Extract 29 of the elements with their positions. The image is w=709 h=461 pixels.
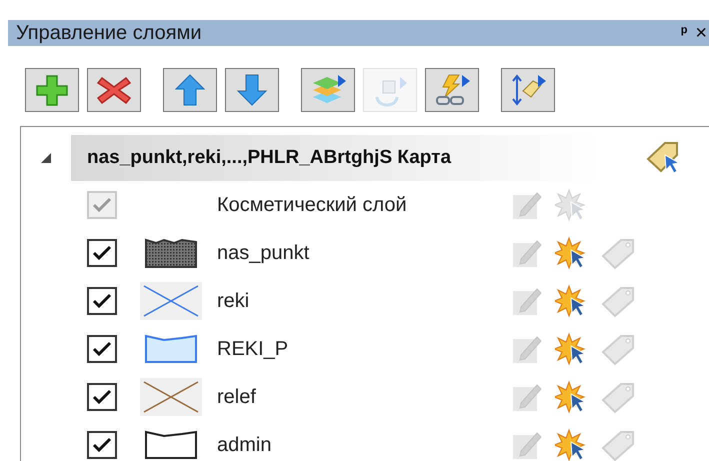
- layer-checkbox[interactable]: [87, 335, 117, 363]
- toolbar-button[interactable]: [425, 68, 479, 112]
- panel-title: Управление слоями: [16, 23, 202, 43]
- toolbar-button[interactable]: [501, 68, 555, 112]
- layer-checkbox[interactable]: [87, 239, 117, 267]
- layer-checkbox[interactable]: [87, 383, 117, 411]
- layer-name[interactable]: REKI_P: [211, 334, 511, 364]
- checkmark-icon: [92, 197, 112, 213]
- layer-checkbox[interactable]: [87, 431, 117, 459]
- map-name: nas_punkt,reki,...,PHLR_ABrtghjS Карта: [87, 146, 452, 170]
- toolbar-button[interactable]: [87, 68, 141, 112]
- layer-name[interactable]: admin: [211, 430, 511, 460]
- checkmark-icon: [92, 341, 112, 357]
- layer-name[interactable]: reki: [211, 286, 511, 316]
- checkmark-icon: [92, 389, 112, 405]
- toolbar-button[interactable]: [163, 68, 217, 112]
- layer-checkbox[interactable]: [87, 287, 117, 315]
- layer-name[interactable]: nas_punkt: [211, 238, 511, 268]
- toolbar-button[interactable]: [225, 68, 279, 112]
- checkmark-icon: [92, 245, 112, 261]
- expanded-triangle-icon: [40, 152, 52, 164]
- lightning-link-icon: [433, 73, 471, 107]
- toolbar-button[interactable]: [25, 68, 79, 112]
- layer-name[interactable]: relef: [211, 382, 511, 412]
- toolbar-button[interactable]: [301, 68, 355, 112]
- checkmark-icon: [92, 437, 112, 453]
- close-button[interactable]: ×: [695, 23, 707, 43]
- pin-button[interactable]: ᵖ: [681, 25, 688, 41]
- checkmark-icon: [92, 293, 112, 309]
